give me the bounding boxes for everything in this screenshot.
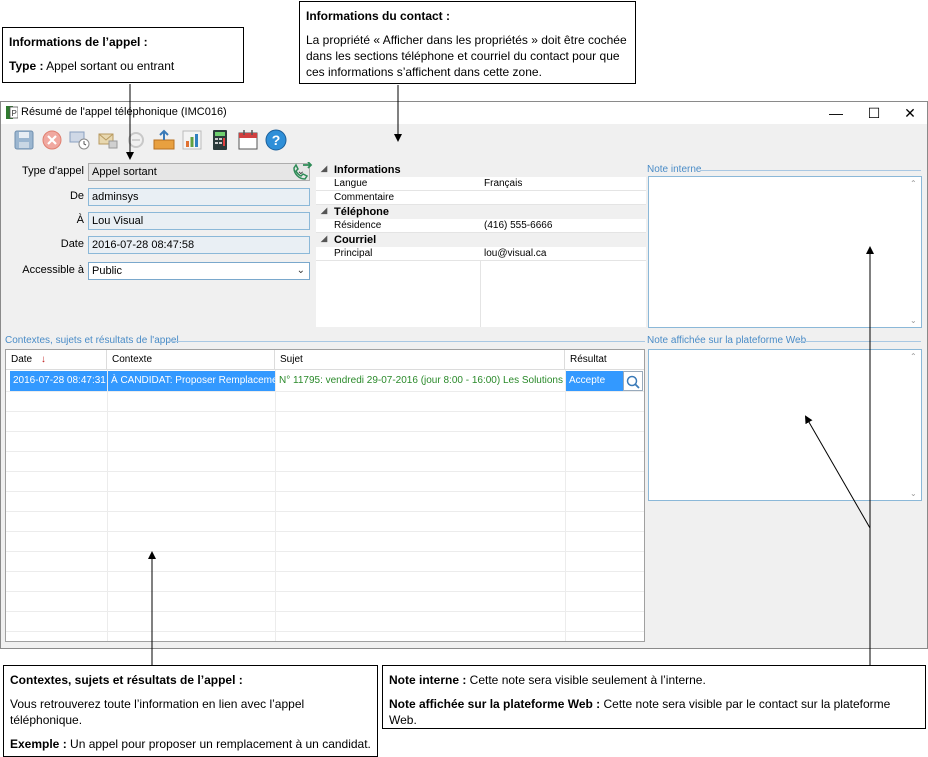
scroll-up-icon[interactable]: ⌃ [910,179,917,188]
to-field[interactable]: Lou Visual [88,212,310,230]
property-divider [480,261,481,327]
call-results-grid: Date ↓ Contexte Sujet Résultat 2016-07-2… [5,349,645,642]
property-category-courriel[interactable]: ◢ Courriel [316,233,646,247]
scroll-up-icon[interactable]: ⌃ [910,352,917,361]
call-type-value: Appel sortant [92,166,157,178]
callout-contextes-title: Contextes, sujets et résultats de l’appe… [10,673,243,687]
callout-contextes-text: Vous retrouverez toute l’information en … [10,697,305,727]
cell-sujet[interactable]: N° 11795: vendredi 29-07-2016 (jour 8:00… [276,371,565,391]
column-header-contexte[interactable]: Contexte [107,350,275,370]
chevron-down-icon: ⌄ [296,265,305,276]
callout-type-text: Appel sortant ou entrant [43,59,175,73]
search-result-button[interactable] [623,371,643,391]
callout-call-info: Informations de l’appel : Type : Appel s… [2,27,244,83]
column-header-sujet[interactable]: Sujet [275,350,565,370]
group-divider [168,341,645,342]
accessible-label: Accessible à [22,264,84,276]
save-icon[interactable] [12,128,36,152]
collapse-icon[interactable]: ◢ [321,234,327,243]
svg-text:?: ? [272,132,281,148]
note-web-textarea[interactable]: ⌃ ⌄ [648,349,922,501]
minimize-button[interactable]: — [817,102,855,124]
callout-note-web-label: Note affichée sur la plateforme Web : [389,697,601,711]
title-bar: P Résumé de l'appel téléphonique (IMC016… [1,102,927,124]
callout-contact-title: Informations du contact : [306,9,450,23]
property-category-informations[interactable]: ◢ Informations [316,163,646,177]
column-header-resultat[interactable]: Résultat [565,350,644,370]
scroll-down-icon[interactable]: ⌄ [910,489,917,498]
callout-contact-info: Informations du contact : La propriété «… [299,1,636,84]
magnifier-icon [626,375,640,389]
phone-link-icon[interactable] [124,128,148,152]
date-field[interactable]: 2016-07-28 08:47:58 [88,236,310,254]
sort-desc-icon[interactable]: ↓ [41,354,46,365]
email-icon[interactable] [96,128,120,152]
call-schedule-icon[interactable] [68,128,92,152]
window-title: Résumé de l'appel téléphonique (IMC016) [21,106,227,118]
property-row-langue[interactable]: Langue Français [316,177,646,191]
app-icon: P [6,106,18,119]
accessible-select[interactable]: Public ⌄ [88,262,310,280]
export-icon[interactable] [152,128,176,152]
note-web-heading: Note affichée sur la plateforme Web [647,335,807,346]
svg-text:P: P [12,109,17,118]
property-row-principal[interactable]: Principal lou@visual.ca [316,247,646,261]
maximize-button[interactable]: ☐ [855,102,893,124]
property-category-telephone[interactable]: ◢ Téléphone [316,205,646,219]
contact-properties: ◢ Informations Langue Français Commentai… [316,163,646,327]
cancel-icon[interactable] [40,128,64,152]
callout-call-info-title: Informations de l’appel : [9,35,148,49]
property-row-residence[interactable]: Résidence (416) 555-6666 [316,219,646,233]
callout-example-label: Exemple : [10,737,67,751]
scroll-down-icon[interactable]: ⌄ [910,316,917,325]
group-divider [701,170,921,171]
phone-arrow-icon[interactable] [291,162,313,182]
cell-date[interactable]: 2016-07-28 08:47:31 [10,371,107,391]
callout-example-text: Un appel pour proposer un remplacement à… [66,737,371,751]
cell-resultat[interactable]: Accepte [566,371,623,391]
from-field[interactable]: adminsys [88,188,310,206]
accessible-value: Public [92,265,122,277]
callout-note-interne-label: Note interne : [389,673,467,687]
call-type-label: Type d'appel [21,165,84,177]
help-icon[interactable]: ? [264,128,288,152]
callout-note-interne-text: Cette note sera visible seulement à l’in… [466,673,706,687]
group-divider [796,341,921,342]
collapse-icon[interactable]: ◢ [321,206,327,215]
from-label: De [69,190,84,202]
collapse-icon[interactable]: ◢ [321,164,327,173]
column-header-date[interactable]: Date ↓ [6,350,107,370]
callout-notes: Note interne : Cette note sera visible s… [382,665,926,729]
calendar-icon[interactable] [236,128,260,152]
property-row-commentaire[interactable]: Commentaire [316,191,646,205]
close-button[interactable]: ✕ [891,102,928,124]
note-interne-textarea[interactable]: ⌃ ⌄ [648,176,922,328]
callout-type-label: Type : [9,59,44,73]
contextes-heading: Contextes, sujets et résultats de l'appe… [5,335,179,346]
cell-contexte[interactable]: À CANDIDAT: Proposer Remplacement [108,371,275,391]
calculator-icon[interactable] [208,128,232,152]
callout-contextes: Contextes, sujets et résultats de l’appe… [3,665,378,757]
scrollbar[interactable]: ⌃ ⌄ [907,350,921,500]
callout-contact-text: La propriété « Afficher dans les proprié… [306,33,627,79]
chart-icon[interactable] [180,128,204,152]
date-label: Date [60,238,84,250]
scrollbar[interactable]: ⌃ ⌄ [907,177,921,327]
call-summary-window: P Résumé de l'appel téléphonique (IMC016… [0,101,928,649]
note-interne-heading: Note interne [647,164,702,175]
call-type-select[interactable]: Appel sortant ⌄ [88,163,310,181]
to-label: À [76,214,84,226]
